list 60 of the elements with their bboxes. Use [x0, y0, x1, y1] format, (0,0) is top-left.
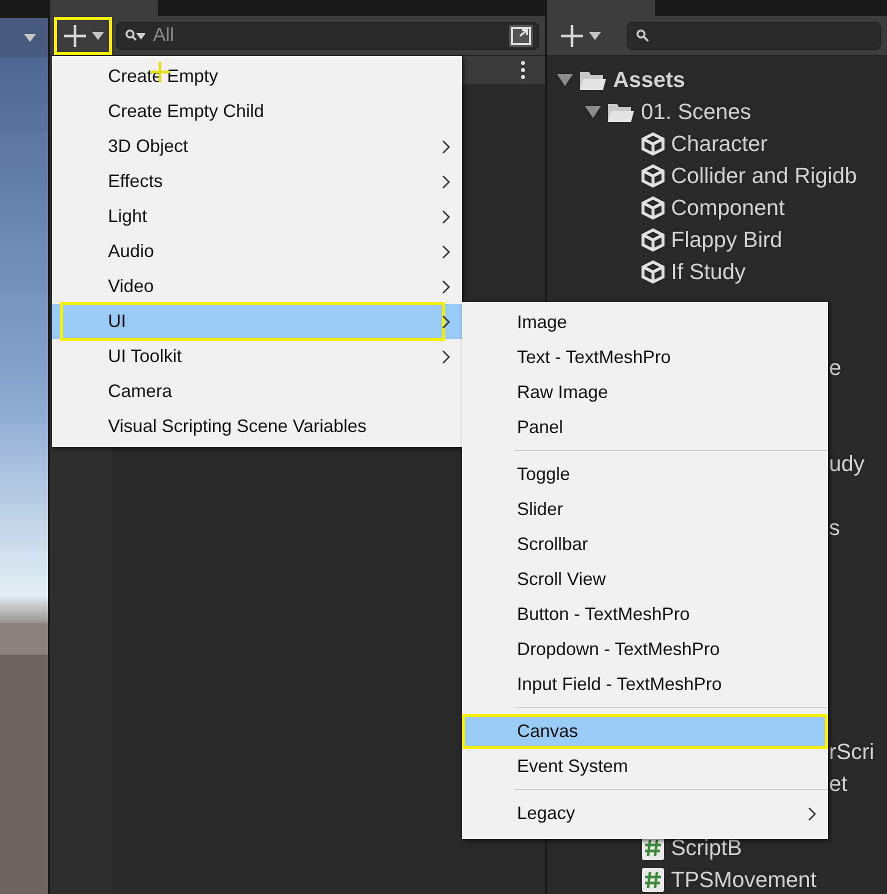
menu-item[interactable]: Legacy: [462, 796, 828, 831]
menu-item[interactable]: Create Empty Child: [52, 94, 462, 129]
scene-name[interactable]: Character: [671, 131, 768, 157]
cube-icon: [641, 132, 665, 156]
search-field[interactable]: All: [116, 22, 539, 50]
menu-item[interactable]: Camera: [52, 374, 462, 409]
menu-item[interactable]: Text - TextMeshPro: [462, 340, 828, 375]
asset-name[interactable]: et: [829, 771, 848, 797]
menu-item[interactable]: Effects: [52, 164, 462, 199]
menu-item[interactable]: Raw Image: [462, 375, 828, 410]
script-icon: [641, 867, 665, 893]
menu-item[interactable]: Audio: [52, 234, 462, 269]
asset-name[interactable]: s: [829, 515, 840, 541]
cube-icon: [641, 196, 665, 220]
cube-icon: [641, 164, 665, 188]
menu-item[interactable]: UI: [52, 304, 462, 339]
menu-item[interactable]: Canvas: [462, 714, 828, 749]
menu-item[interactable]: Scrollbar: [462, 527, 828, 562]
menu-item[interactable]: Toggle: [462, 457, 828, 492]
scene-name[interactable]: Component: [671, 195, 785, 221]
menu-item[interactable]: Button - TextMeshPro: [462, 597, 828, 632]
add-button[interactable]: [56, 18, 110, 52]
menu-item[interactable]: Visual Scripting Scene Variables: [52, 409, 462, 444]
asset-name[interactable]: e: [829, 355, 842, 381]
menu-item[interactable]: 3D Object: [52, 129, 462, 164]
plus-icon: [559, 22, 585, 48]
search-icon: [636, 28, 650, 42]
scene-name[interactable]: Collider and Rigidb: [671, 163, 857, 189]
folder-name[interactable]: 01. Scenes: [641, 99, 752, 125]
menu-item[interactable]: UI Toolkit: [52, 339, 462, 374]
menu-item[interactable]: Dropdown - TextMeshPro: [462, 632, 828, 667]
script-name[interactable]: ScriptB: [671, 835, 742, 861]
menu-item[interactable]: Video: [52, 269, 462, 304]
search-field[interactable]: [627, 22, 881, 50]
expand-icon[interactable]: [508, 24, 534, 48]
scene-name[interactable]: If Study: [671, 259, 746, 285]
menu-item[interactable]: Input Field - TextMeshPro: [462, 667, 828, 702]
folder-icon: [579, 69, 607, 91]
expand-arrow-icon[interactable]: [585, 105, 601, 119]
cube-icon: [641, 228, 665, 252]
plus-icon: [62, 22, 88, 48]
asset-name[interactable]: rScri: [829, 739, 874, 765]
asset-name[interactable]: udy: [829, 451, 864, 477]
dropdown-caret-icon: [24, 34, 36, 42]
scene-name[interactable]: Flappy Bird: [671, 227, 782, 253]
expand-arrow-icon[interactable]: [557, 73, 573, 87]
caret-icon: [92, 32, 104, 40]
folder-name[interactable]: Assets: [613, 67, 686, 93]
menu-item[interactable]: Panel: [462, 410, 828, 445]
cube-icon: [641, 260, 665, 284]
folder-icon: [607, 101, 635, 123]
menu-item[interactable]: Light: [52, 199, 462, 234]
menu-item[interactable]: Image: [462, 305, 828, 340]
menu-item[interactable]: Scroll View: [462, 562, 828, 597]
menu-item[interactable]: Event System: [462, 749, 828, 784]
script-name[interactable]: TPSMovement: [671, 867, 816, 893]
caret-icon: [589, 32, 601, 40]
search-icon: [125, 28, 145, 42]
menu-item[interactable]: Slider: [462, 492, 828, 527]
more-options-icon[interactable]: [521, 61, 525, 79]
